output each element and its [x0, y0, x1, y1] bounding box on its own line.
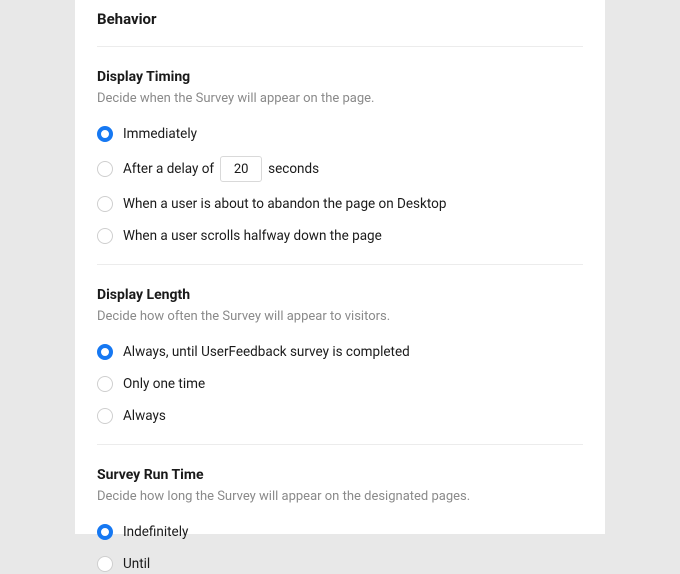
timing-option-abandon[interactable]: When a user is about to abandon the page…	[97, 194, 583, 214]
section-survey-run-time: Survey Run Time Decide how long the Surv…	[97, 467, 583, 574]
radio-label: Only one time	[123, 376, 205, 392]
display-length-title: Display Length	[97, 287, 583, 303]
divider	[97, 444, 583, 445]
radio-icon[interactable]	[97, 126, 113, 142]
length-option-until-complete[interactable]: Always, until UserFeedback survey is com…	[97, 342, 583, 362]
delay-prefix: After a delay of	[123, 161, 214, 177]
divider	[97, 264, 583, 265]
runtime-option-until[interactable]: Until	[97, 554, 583, 574]
radio-label: Immediately	[123, 126, 197, 142]
radio-label: Until	[123, 556, 150, 572]
section-display-length: Display Length Decide how often the Surv…	[97, 287, 583, 426]
timing-option-immediately[interactable]: Immediately	[97, 124, 583, 144]
behavior-panel: Behavior Display Timing Decide when the …	[75, 0, 605, 534]
run-time-title: Survey Run Time	[97, 467, 583, 483]
radio-icon[interactable]	[97, 408, 113, 424]
display-timing-desc: Decide when the Survey will appear on th…	[97, 91, 583, 106]
timing-option-scroll[interactable]: When a user scrolls halfway down the pag…	[97, 226, 583, 246]
radio-icon[interactable]	[97, 376, 113, 392]
radio-icon[interactable]	[97, 228, 113, 244]
radio-icon[interactable]	[97, 524, 113, 540]
length-option-always[interactable]: Always	[97, 406, 583, 426]
radio-label: Always	[123, 408, 166, 424]
delay-suffix: seconds	[268, 161, 319, 177]
radio-icon[interactable]	[97, 196, 113, 212]
runtime-option-indefinitely[interactable]: Indefinitely	[97, 522, 583, 542]
radio-label: Always, until UserFeedback survey is com…	[123, 344, 410, 360]
divider	[97, 46, 583, 47]
section-display-timing: Display Timing Decide when the Survey wi…	[97, 69, 583, 246]
radio-label-inline: After a delay of seconds	[123, 156, 319, 182]
radio-label: When a user scrolls halfway down the pag…	[123, 228, 382, 244]
display-timing-title: Display Timing	[97, 69, 583, 85]
timing-option-delay[interactable]: After a delay of seconds	[97, 156, 583, 182]
radio-label: When a user is about to abandon the page…	[123, 196, 446, 212]
radio-icon[interactable]	[97, 556, 113, 572]
run-time-desc: Decide how long the Survey will appear o…	[97, 489, 583, 504]
delay-seconds-input[interactable]	[220, 156, 262, 182]
length-option-once[interactable]: Only one time	[97, 374, 583, 394]
radio-icon[interactable]	[97, 161, 113, 177]
panel-title: Behavior	[97, 0, 583, 46]
display-length-desc: Decide how often the Survey will appear …	[97, 309, 583, 324]
radio-label: Indefinitely	[123, 524, 188, 540]
radio-icon[interactable]	[97, 344, 113, 360]
